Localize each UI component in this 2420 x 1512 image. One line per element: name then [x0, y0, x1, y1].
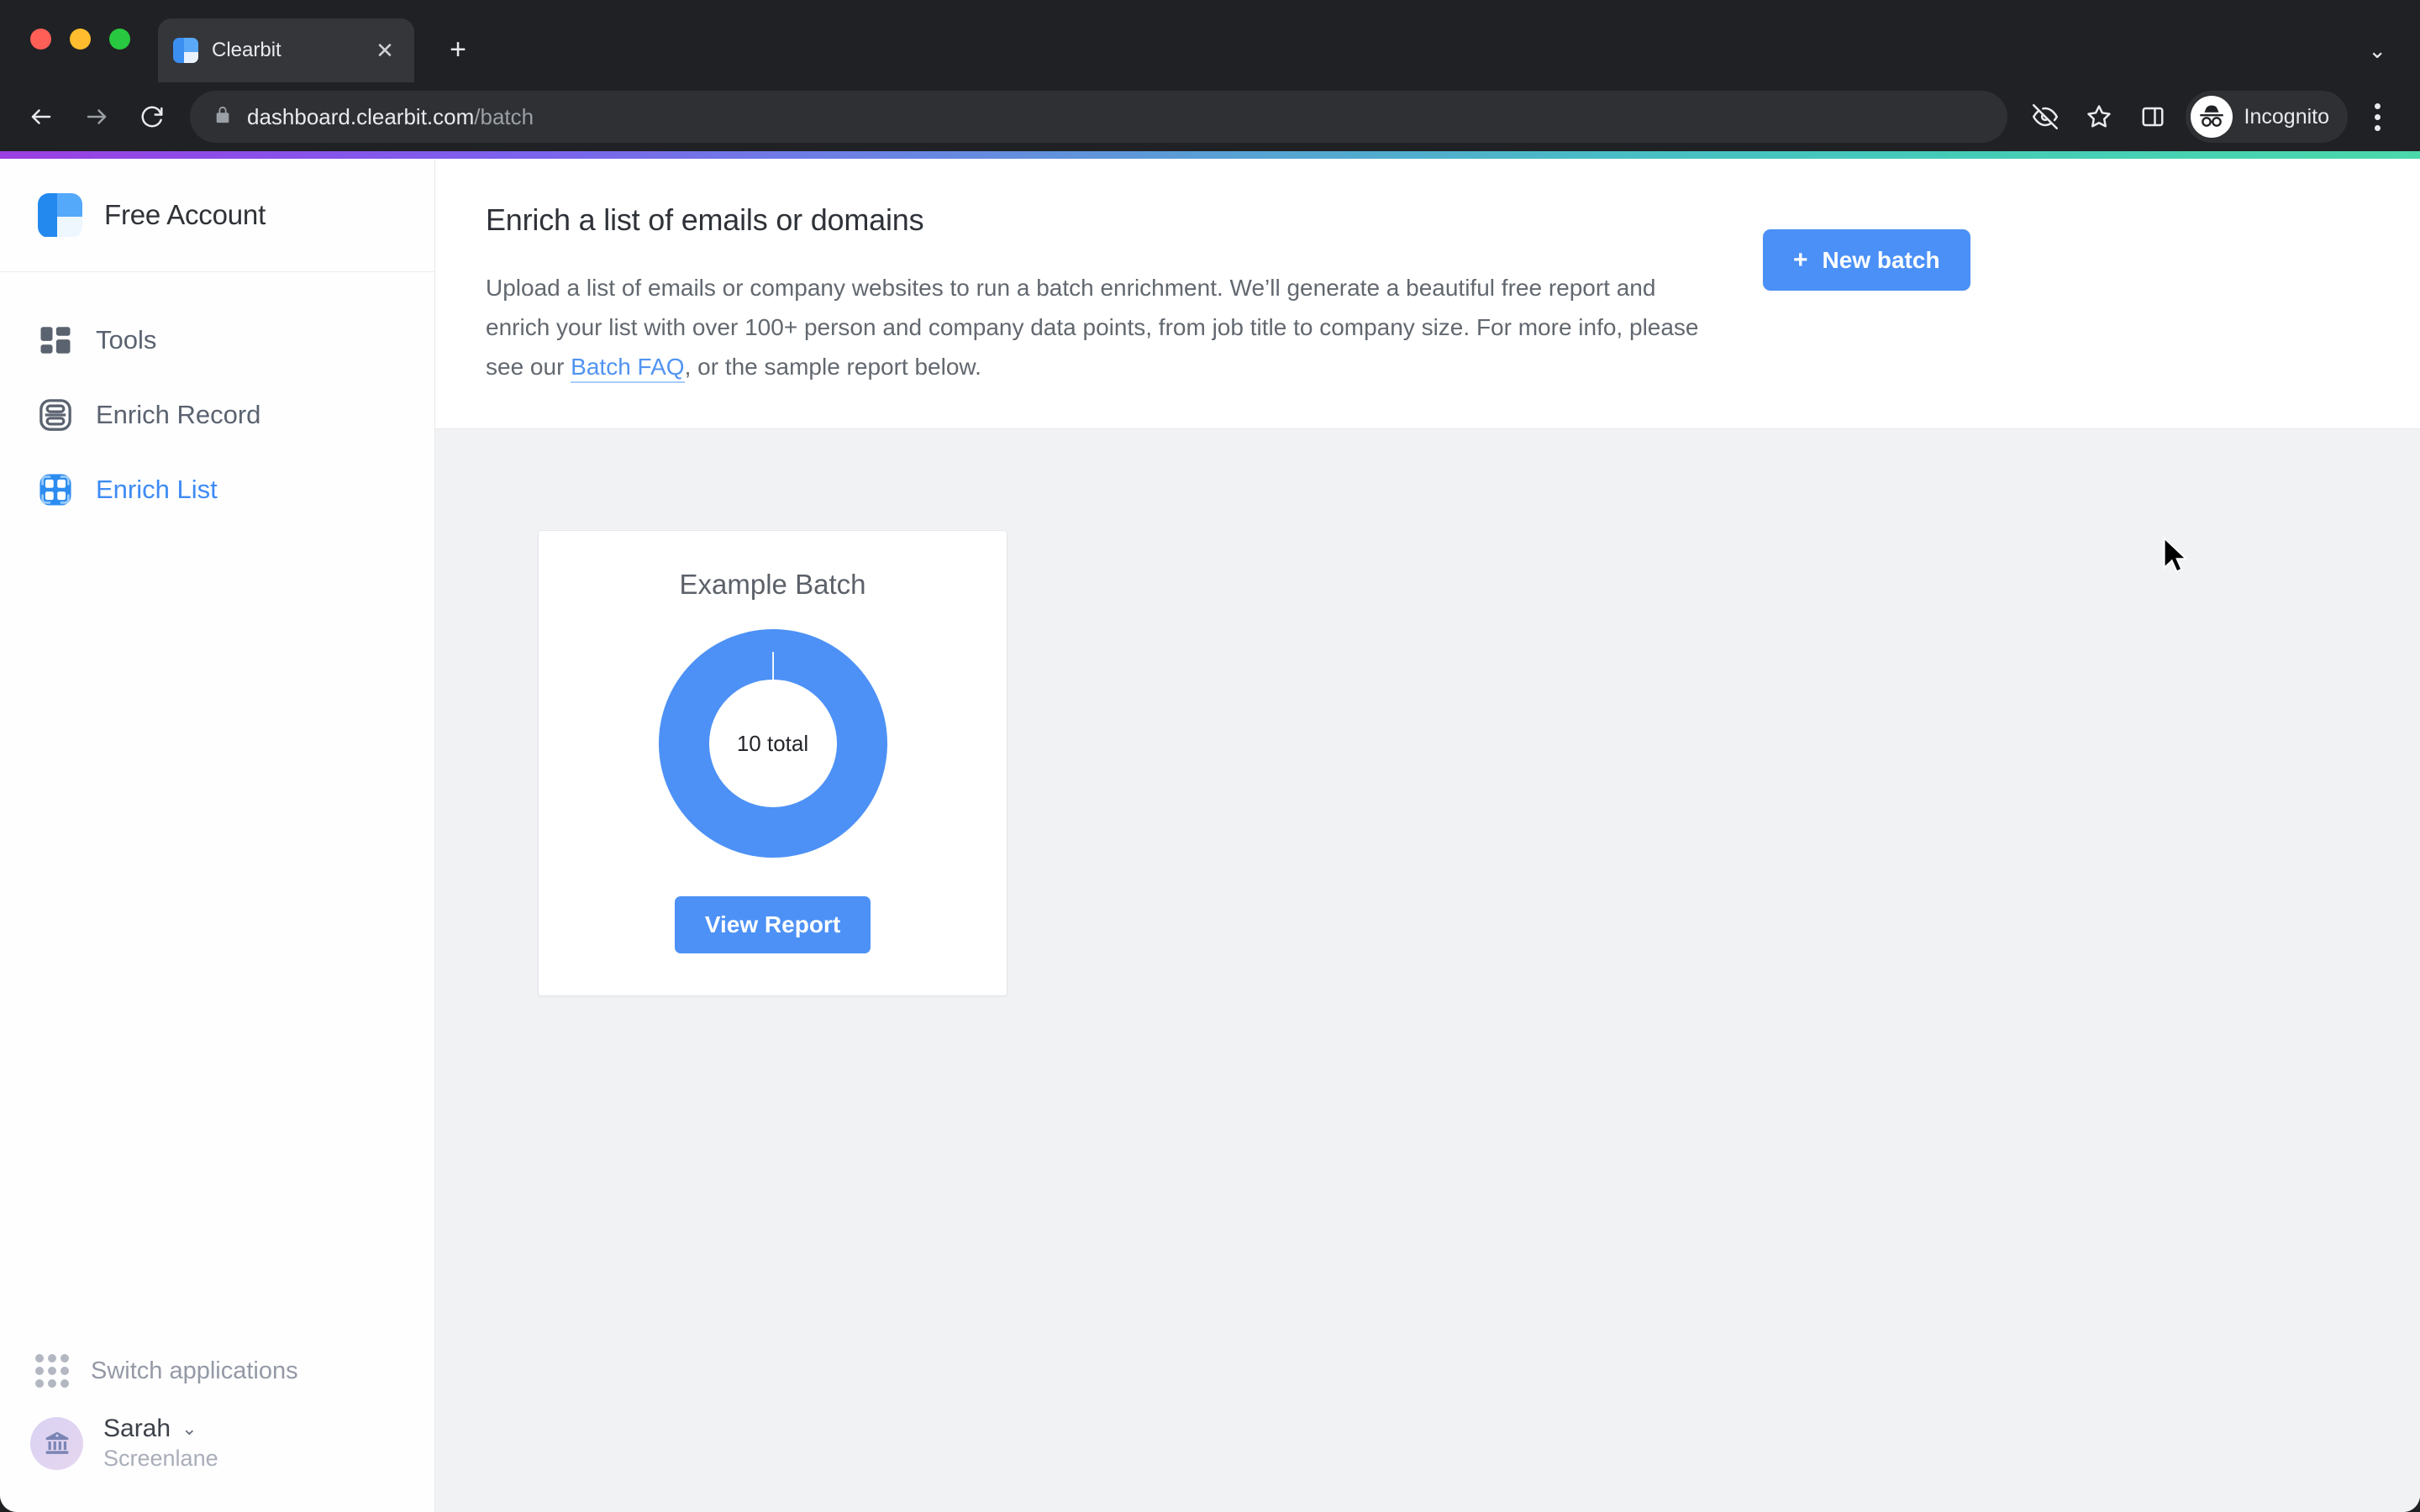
page-description-part2: , or the sample report below.	[684, 354, 981, 381]
clearbit-logo-icon	[38, 192, 82, 238]
browser-toolbar: dashboard.clearbit.com/batch Incognito	[0, 82, 2420, 151]
incognito-profile-button[interactable]: Incognito	[2185, 91, 2348, 143]
account-name: Free Account	[104, 199, 266, 230]
sidebar-item-label: Enrich List	[96, 474, 218, 504]
new-batch-button[interactable]: + New batch	[1763, 229, 1970, 291]
reload-button[interactable]	[126, 91, 178, 143]
top-gradient-bar	[0, 151, 2420, 159]
lock-icon	[213, 106, 232, 129]
new-batch-label: New batch	[1822, 246, 1940, 273]
batch-list-area: Example Batch 10 total View Report	[435, 429, 2420, 1512]
sidebar-item-label: Enrich Record	[96, 399, 261, 429]
view-report-button[interactable]: View Report	[674, 896, 871, 954]
sidebar-footer: Switch applications Sarah ⌄ Screenlane	[0, 1336, 434, 1512]
user-organization: Screenlane	[103, 1446, 218, 1471]
batch-card-title: Example Batch	[679, 569, 866, 601]
switch-applications-button[interactable]: Switch applications	[0, 1336, 434, 1406]
user-account-menu[interactable]: Sarah ⌄ Screenlane	[0, 1415, 434, 1472]
sidebar-nav: Tools Enrich Record Enrich List	[0, 272, 434, 527]
address-bar[interactable]: dashboard.clearbit.com/batch	[190, 91, 2007, 143]
browser-window: Clearbit ✕ + ⌄ dashboard.clearbit.com/ba…	[0, 0, 2420, 1512]
app-shell: Free Account Tools Enrich Record Enrich …	[0, 159, 2420, 1512]
sidebar-item-enrich-list[interactable]: Enrich List	[0, 452, 434, 527]
kebab-menu-icon[interactable]	[2354, 91, 2400, 143]
star-icon[interactable]	[2073, 91, 2125, 143]
tab-title: Clearbit	[212, 39, 281, 61]
dashboard-blocks-icon	[40, 326, 71, 354]
sidebar-item-label: Tools	[96, 324, 157, 354]
plus-icon: +	[1793, 245, 1808, 274]
batch-faq-link[interactable]: Batch FAQ	[571, 354, 685, 384]
sidebar-item-enrich-record[interactable]: Enrich Record	[0, 377, 434, 452]
donut-center-label: 10 total	[736, 730, 809, 756]
main-content: Enrich a list of emails or domains Uploa…	[435, 159, 2420, 1512]
page-header-text: Enrich a list of emails or domains Uploa…	[486, 202, 1729, 386]
sidebar-brand[interactable]: Free Account	[0, 159, 434, 272]
close-window-button[interactable]	[30, 29, 51, 50]
back-button[interactable]	[15, 91, 67, 143]
chevron-down-icon[interactable]: ⌄	[2368, 38, 2386, 64]
chevron-down-icon[interactable]: ⌄	[182, 1420, 197, 1438]
sidebar: Free Account Tools Enrich Record Enrich …	[0, 159, 435, 1512]
clearbit-favicon	[173, 38, 198, 63]
new-tab-button[interactable]: +	[437, 29, 479, 71]
forward-button[interactable]	[71, 91, 123, 143]
batch-card[interactable]: Example Batch 10 total View Report	[538, 530, 1007, 997]
minimize-window-button[interactable]	[70, 29, 91, 50]
user-name: Sarah	[103, 1415, 171, 1442]
page-description: Upload a list of emails or company websi…	[486, 268, 1712, 386]
close-tab-icon[interactable]: ✕	[371, 36, 399, 65]
user-meta: Sarah ⌄ Screenlane	[103, 1415, 218, 1472]
user-name-row: Sarah ⌄	[103, 1415, 218, 1443]
enrich-list-icon	[39, 473, 71, 506]
incognito-label: Incognito	[2244, 104, 2329, 129]
enrich-record-icon	[39, 398, 71, 431]
batch-donut-chart: 10 total	[658, 629, 887, 858]
url-path: /batch	[474, 103, 534, 129]
incognito-icon	[2190, 96, 2233, 138]
eye-off-icon[interactable]	[2019, 91, 2071, 143]
page-viewport: Free Account Tools Enrich Record Enrich …	[0, 151, 2420, 1512]
page-header-actions: + New batch	[1763, 202, 1970, 291]
avatar	[30, 1416, 83, 1470]
switch-applications-label: Switch applications	[91, 1357, 298, 1384]
maximize-window-button[interactable]	[109, 29, 130, 50]
browser-tabstrip: Clearbit ✕ + ⌄	[0, 0, 2420, 82]
browser-tab-clearbit[interactable]: Clearbit ✕	[158, 18, 414, 82]
window-traffic-lights	[30, 29, 130, 50]
page-header: Enrich a list of emails or domains Uploa…	[435, 159, 2420, 430]
address-bar-text: dashboard.clearbit.com/batch	[247, 104, 534, 130]
toolbar-right-actions: Incognito	[2019, 91, 2400, 143]
url-domain: dashboard.clearbit.com	[247, 103, 475, 129]
apps-grid-icon	[35, 1354, 69, 1388]
page-title: Enrich a list of emails or domains	[486, 202, 924, 237]
side-panel-icon[interactable]	[2127, 91, 2179, 143]
sidebar-item-tools[interactable]: Tools	[0, 302, 434, 377]
